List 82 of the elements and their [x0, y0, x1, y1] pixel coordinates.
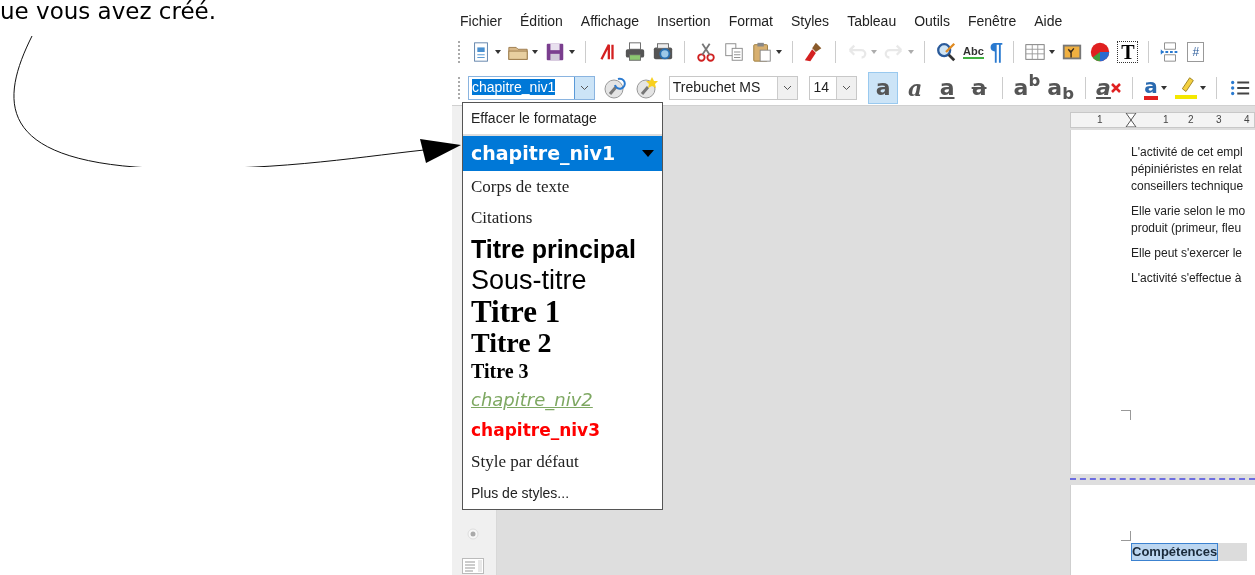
caret-icon[interactable] — [569, 50, 575, 54]
ruler-number: 1 — [1097, 113, 1103, 127]
menu-item[interactable]: Affichage — [580, 10, 639, 32]
combo-box[interactable]: chapitre_niv1 — [468, 75, 595, 100]
style-item[interactable]: Sous-titre — [463, 263, 662, 296]
caption-text: ue vous avez créé. — [0, 0, 217, 26]
style-item[interactable]: Style par défaut — [463, 446, 662, 478]
style-item[interactable]: Titre principal — [463, 233, 662, 264]
text-line: L'activité s'effectue à — [1131, 270, 1243, 287]
icon-glyph: a — [1096, 76, 1111, 99]
icon-glyph: a — [939, 76, 955, 99]
cross-icon — [1110, 82, 1121, 93]
caret-icon[interactable] — [776, 50, 782, 54]
icon-glyph: a — [971, 76, 987, 99]
printer-icon — [624, 41, 646, 63]
magnifier-pencil-icon — [935, 41, 957, 63]
toolbar-handle[interactable] — [458, 41, 460, 63]
clipboard-icon — [751, 41, 773, 63]
text-line: Elle peut s'exercer le — [1131, 245, 1243, 262]
pie-chart-icon — [1089, 41, 1112, 63]
menu-item[interactable]: Fenêtre — [967, 10, 1017, 32]
style-item[interactable]: Corps de texte — [463, 170, 662, 202]
text-line: L'activité de cet empl — [1131, 144, 1244, 161]
underline-button[interactable]: a — [932, 71, 963, 104]
toolbar-button[interactable]: ¶ — [987, 38, 1006, 66]
text-line: conseillers technique — [1131, 178, 1245, 195]
menu-item[interactable]: Fichier — [460, 10, 502, 32]
caret-icon[interactable] — [1160, 85, 1167, 90]
corner-mark — [1121, 531, 1131, 541]
text-line: produit (primeur, fleu — [1131, 220, 1243, 237]
style-item[interactable]: chapitre_niv1 — [463, 136, 662, 171]
caret-icon[interactable] — [1199, 85, 1206, 90]
text-line: pépiniéristes en relat — [1131, 161, 1243, 178]
corner-mark — [1121, 410, 1131, 420]
style-item[interactable]: Titre 3 — [463, 357, 662, 384]
radio-icon[interactable] — [467, 528, 479, 540]
highlighter-icon — [1174, 76, 1197, 99]
heading-text: Compétences — [1131, 543, 1219, 561]
caret-icon[interactable] — [495, 50, 501, 54]
style-item[interactable]: Plus de styles... — [463, 477, 662, 509]
ruler-number: 4 — [1244, 113, 1250, 127]
menu-item[interactable]: Édition — [520, 10, 563, 32]
toolbar-handle[interactable] — [458, 76, 460, 99]
menu-item[interactable]: Format — [728, 10, 773, 32]
scissors-icon — [695, 41, 717, 63]
ruler-number: 3 — [1216, 113, 1222, 127]
ruler-number: 1 — [1163, 113, 1169, 127]
combo-box[interactable]: 14 — [809, 75, 857, 100]
dropdown-caret-icon[interactable] — [573, 76, 594, 99]
style-item[interactable]: Citations — [463, 202, 662, 234]
clear-button[interactable]: a — [1093, 71, 1124, 104]
menu-item[interactable]: Aide — [1034, 10, 1063, 32]
caret-icon[interactable] — [1049, 50, 1056, 54]
fontcolor-button[interactable]: a — [1140, 71, 1171, 104]
style-item[interactable]: Titre 1 — [463, 295, 662, 328]
ruler-number: 2 — [1188, 113, 1194, 127]
icon-glyph: Abc — [963, 45, 984, 59]
indent-marker-icon[interactable] — [1125, 113, 1137, 127]
style-item[interactable]: chapitre_niv3 — [463, 414, 662, 446]
menu-item[interactable]: Outils — [914, 10, 950, 32]
style-item[interactable]: Titre 2 — [463, 327, 662, 358]
combo-value: chapitre_niv1 — [472, 79, 556, 95]
menu-item[interactable]: Styles — [791, 10, 830, 32]
strike-button[interactable]: a — [964, 71, 995, 104]
table-icon — [1024, 41, 1047, 63]
new-style-icon[interactable] — [634, 75, 659, 100]
combo-value: Trebuchet MS — [672, 79, 761, 95]
ruler[interactable]: 1 1 2 3 4 — [1070, 112, 1255, 128]
icon-glyph: a — [907, 76, 923, 99]
bold-button[interactable]: a — [868, 71, 899, 104]
caret-icon[interactable] — [532, 50, 538, 54]
icon-glyph: a — [875, 76, 891, 99]
italic-button[interactable]: a — [900, 71, 931, 104]
update-style-icon[interactable] — [602, 75, 627, 100]
icon-glyph: a — [1144, 75, 1158, 100]
combo-value: 14 — [813, 79, 830, 95]
toolbar-button[interactable]: Abc — [961, 38, 986, 66]
text-line: Elle varie selon le mo — [1131, 203, 1247, 220]
combo-box[interactable]: Trebuchet MS — [668, 75, 799, 100]
copy-icon — [723, 41, 745, 63]
menu-item[interactable]: Tableau — [847, 10, 897, 32]
menu-item[interactable]: Insertion — [656, 10, 711, 32]
